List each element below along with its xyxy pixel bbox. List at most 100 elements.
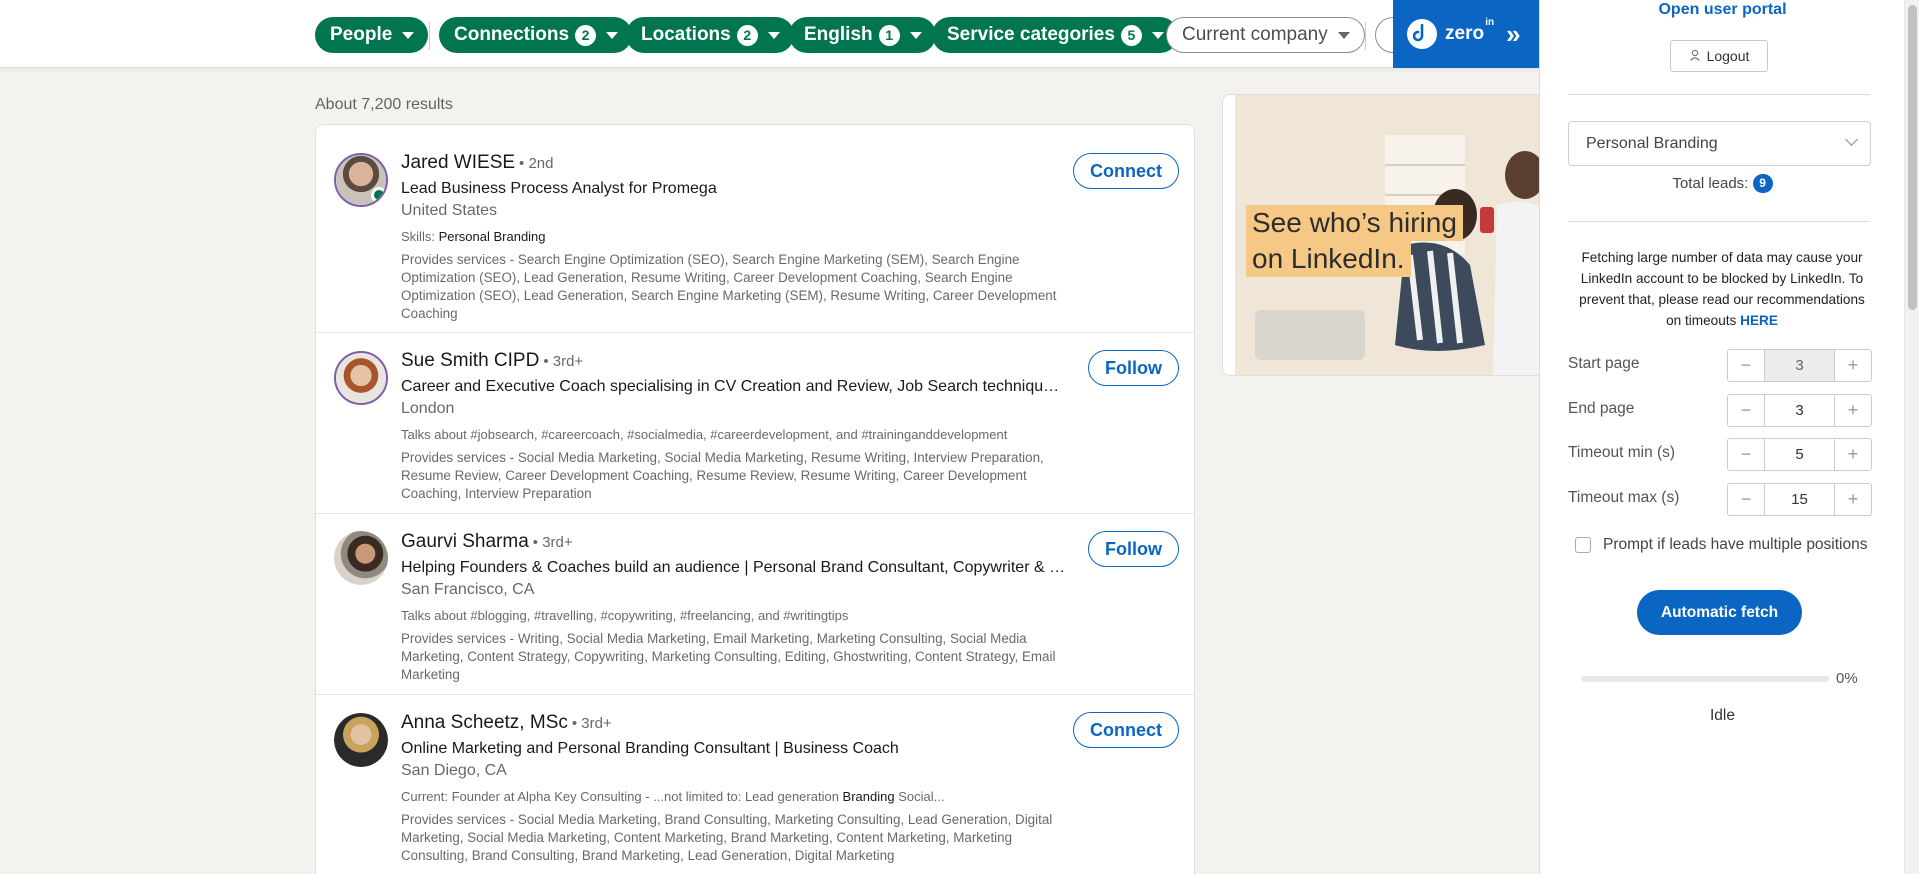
timeout-min-stepper[interactable]: − 5 +	[1727, 438, 1872, 471]
result-location: London	[401, 400, 455, 417]
result-name[interactable]: Jared WIESE	[401, 152, 515, 173]
filter-people[interactable]: People	[315, 17, 429, 53]
connect-button[interactable]: Connect	[1073, 153, 1179, 189]
increment-button[interactable]: +	[1835, 484, 1871, 515]
zeroin-brand: zero in	[1445, 17, 1495, 44]
increment-button[interactable]: +	[1835, 350, 1871, 381]
zeroin-extension-toggle[interactable]: zero in »	[1393, 0, 1540, 68]
timeout-max-label: Timeout max (s)	[1568, 489, 1680, 506]
avatar[interactable]	[334, 531, 388, 585]
start-page-input[interactable]: 3	[1764, 350, 1835, 381]
connect-button[interactable]: Connect	[1073, 712, 1179, 748]
fetch-progress-bar	[1581, 676, 1829, 682]
result-name[interactable]: Sue Smith CIPD	[401, 350, 539, 371]
timeout-min-input[interactable]: 5	[1764, 439, 1835, 470]
connection-degree: • 2nd	[519, 155, 554, 172]
results-count: About 7,200 results	[315, 96, 453, 113]
increment-button[interactable]: +	[1835, 439, 1871, 470]
follow-button[interactable]: Follow	[1088, 531, 1179, 567]
start-page-label: Start page	[1568, 355, 1640, 372]
chevron-down-icon	[1845, 133, 1858, 146]
total-leads: Total leads: 9	[1540, 174, 1905, 193]
page-scrollbar[interactable]	[1904, 0, 1919, 874]
result-services: Provides services - Social Media Marketi…	[401, 812, 1053, 863]
divider	[1365, 22, 1366, 50]
timeout-warning: Fetching large number of data may cause …	[1579, 250, 1865, 328]
hiring-ad[interactable]: See who’s hiring on LinkedIn.	[1222, 94, 1552, 376]
divider	[429, 22, 430, 50]
caret-down-icon	[909, 31, 922, 39]
filter-label: Current company	[1182, 24, 1328, 45]
double-chevron-right-icon[interactable]: »	[1506, 19, 1521, 50]
filter-locations[interactable]: Locations 2	[626, 17, 794, 53]
timeout-recommendations-link[interactable]: HERE	[1740, 313, 1778, 328]
multiple-positions-option[interactable]: Prompt if leads have multiple positions	[1575, 536, 1868, 554]
result-headline: Lead Business Process Analyst for Promeg…	[401, 180, 717, 197]
filter-language[interactable]: English 1	[789, 17, 936, 53]
result-services: Provides services - Writing, Social Medi…	[401, 631, 1056, 682]
timeout-max-input[interactable]: 15	[1764, 484, 1835, 515]
multiple-positions-checkbox[interactable]	[1575, 537, 1591, 553]
zeroin-logo-icon	[1407, 19, 1437, 49]
result-skills: Skills: Personal Branding	[401, 229, 546, 244]
filter-label: People	[330, 24, 393, 45]
logout-button[interactable]: Logout	[1670, 40, 1768, 72]
start-page-stepper[interactable]: − 3 +	[1727, 349, 1872, 382]
filter-count-badge: 1	[878, 24, 900, 46]
user-icon	[1689, 49, 1701, 64]
filter-label: English	[804, 24, 873, 45]
caret-down-icon	[1337, 31, 1350, 39]
decrement-button[interactable]: −	[1728, 484, 1764, 515]
result-headline: Career and Executive Coach specialising …	[401, 378, 1066, 395]
search-filter-bar: People Connections 2 Locations 2 English…	[0, 0, 1540, 68]
connection-degree: • 3rd+	[571, 715, 612, 732]
avatar[interactable]	[334, 351, 388, 405]
result-services: Provides services - Search Engine Optimi…	[401, 252, 1057, 321]
filter-current-company[interactable]: Current company	[1166, 17, 1365, 53]
end-page-input[interactable]: 3	[1764, 395, 1835, 426]
result-location: San Diego, CA	[401, 762, 507, 779]
follow-button[interactable]: Follow	[1088, 350, 1179, 386]
logout-label: Logout	[1706, 48, 1750, 64]
result-topics: Talks about #jobsearch, #careercoach, #s…	[401, 427, 1008, 442]
decrement-button[interactable]: −	[1728, 395, 1764, 426]
zeroin-panel: Open user portal Logout Personal Brandin…	[1539, 0, 1904, 874]
search-results-list: Jared WIESE • 2nd Lead Business Process A…	[315, 124, 1195, 874]
result-name[interactable]: Anna Scheetz, MSc	[401, 712, 568, 733]
automatic-fetch-button[interactable]: Automatic fetch	[1637, 590, 1802, 635]
increment-button[interactable]: +	[1835, 395, 1871, 426]
total-leads-badge: 9	[1752, 174, 1773, 193]
end-page-label: End page	[1568, 400, 1635, 417]
connection-degree: • 3rd+	[543, 353, 584, 370]
scrollbar-thumb[interactable]	[1908, 5, 1917, 310]
result-card: Sue Smith CIPD • 3rd+ Career and Executiv…	[316, 333, 1194, 514]
result-card: Jared WIESE • 2nd Lead Business Process A…	[316, 125, 1194, 333]
caret-down-icon	[402, 31, 415, 39]
lead-list-value: Personal Branding	[1586, 134, 1718, 152]
caret-down-icon	[606, 31, 619, 39]
total-leads-label: Total leads:	[1672, 175, 1749, 192]
result-location: United States	[401, 202, 498, 219]
result-topics: Talks about #blogging, #travelling, #cop…	[401, 608, 849, 623]
caret-down-icon	[1151, 31, 1164, 39]
avatar[interactable]	[334, 713, 388, 767]
decrement-button[interactable]: −	[1728, 439, 1764, 470]
filter-connections[interactable]: Connections 2	[439, 17, 633, 53]
filter-service-categories[interactable]: Service categories 5	[932, 17, 1178, 53]
divider	[1568, 221, 1870, 222]
decrement-button[interactable]: −	[1728, 350, 1764, 381]
timeout-max-stepper[interactable]: − 15 +	[1727, 483, 1872, 516]
progress-percent: 0%	[1836, 670, 1858, 687]
result-location: San Francisco, CA	[401, 581, 535, 598]
end-page-stepper[interactable]: − 3 +	[1727, 394, 1872, 427]
fetch-status: Idle	[1710, 707, 1735, 724]
open-user-portal-link[interactable]: Open user portal	[1540, 1, 1905, 19]
lead-list-select[interactable]: Personal Branding	[1568, 121, 1871, 166]
avatar[interactable]	[334, 153, 388, 207]
filter-label: Locations	[641, 24, 731, 45]
result-name[interactable]: Gaurvi Sharma	[401, 531, 529, 552]
result-headline: Online Marketing and Personal Branding C…	[401, 740, 899, 757]
result-card: Gaurvi Sharma • 3rd+ Helping Founders & C…	[316, 514, 1194, 695]
online-status-icon	[371, 187, 386, 203]
caret-down-icon	[767, 31, 780, 39]
